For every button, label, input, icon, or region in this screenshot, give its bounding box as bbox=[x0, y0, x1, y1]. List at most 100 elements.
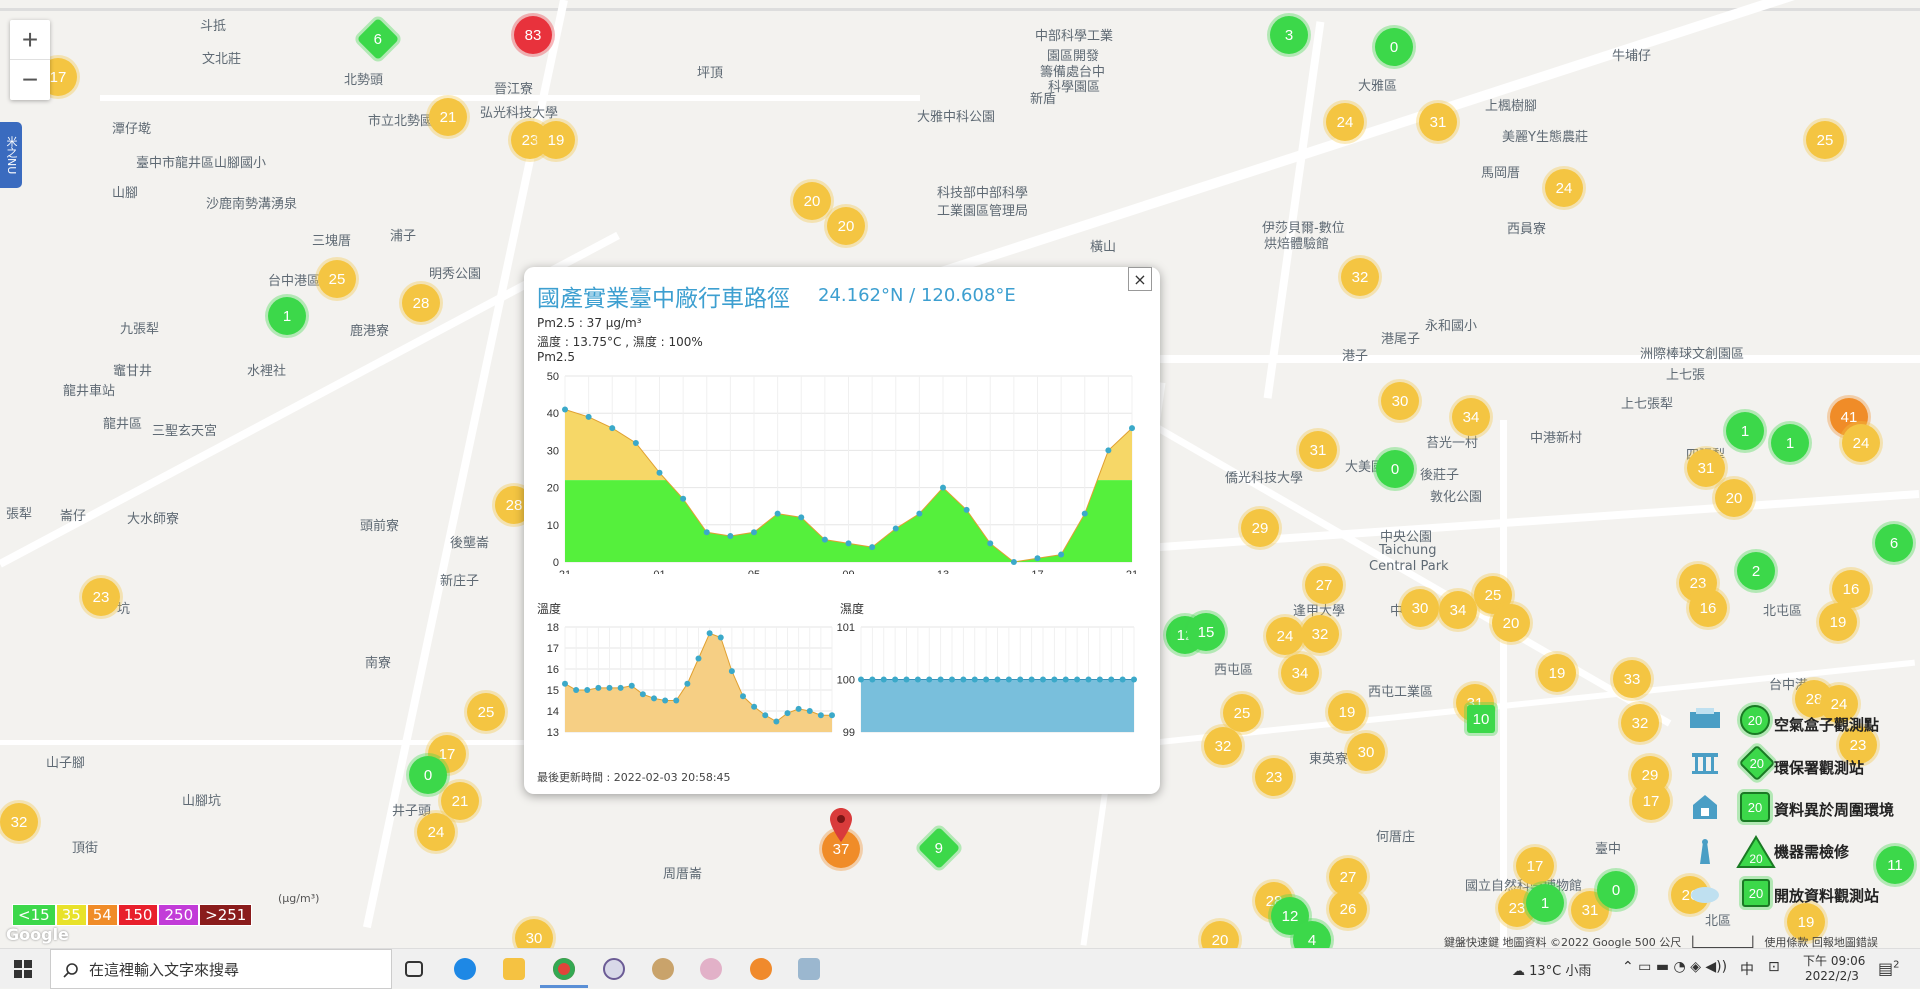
station-marker[interactable]: 33 bbox=[1613, 660, 1651, 698]
data-point bbox=[632, 439, 639, 446]
station-marker[interactable]: 15 bbox=[1187, 613, 1225, 651]
network-app-icon[interactable] bbox=[700, 958, 722, 980]
clock-date[interactable]: 2022/2/3 bbox=[1805, 969, 1859, 983]
station-marker[interactable]: 19 bbox=[1819, 603, 1857, 641]
side-panel-tab[interactable]: 米之NU bbox=[0, 122, 22, 188]
station-marker[interactable]: 34 bbox=[1452, 398, 1490, 436]
station-marker[interactable]: 30 bbox=[515, 919, 553, 948]
station-marker[interactable]: 30 bbox=[1401, 589, 1439, 627]
station-marker[interactable]: 25 bbox=[467, 693, 505, 731]
station-marker[interactable]: 83 bbox=[514, 16, 552, 54]
station-marker[interactable]: 1 bbox=[268, 297, 306, 335]
station-marker[interactable]: 1 bbox=[1726, 412, 1764, 450]
station-marker-value: 1 bbox=[1540, 894, 1550, 912]
station-marker[interactable]: 31 bbox=[1419, 103, 1457, 141]
station-marker[interactable]: 27 bbox=[1305, 566, 1343, 604]
station-marker[interactable]: 25 bbox=[1806, 121, 1844, 159]
station-marker[interactable]: 25 bbox=[1223, 694, 1261, 732]
data-point bbox=[817, 712, 824, 719]
station-marker[interactable]: 1 bbox=[1771, 424, 1809, 462]
station-marker[interactable]: 29 bbox=[1241, 509, 1279, 547]
map-place-label: Central Park bbox=[1369, 559, 1449, 574]
station-marker[interactable]: 19 bbox=[1328, 693, 1366, 731]
station-marker[interactable]: 19 bbox=[1538, 654, 1576, 692]
station-marker[interactable]: 23 bbox=[82, 578, 120, 616]
zoom-in-button[interactable]: + bbox=[10, 20, 50, 60]
station-marker[interactable]: 32 bbox=[1204, 727, 1242, 765]
station-marker-value: 31 bbox=[1309, 441, 1327, 459]
station-marker[interactable]: 24 bbox=[1266, 617, 1304, 655]
station-marker[interactable]: 32 bbox=[1341, 258, 1379, 296]
windows-start-icon[interactable] bbox=[14, 960, 32, 978]
station-marker[interactable]: 21 bbox=[429, 98, 467, 136]
station-marker[interactable]: 6 bbox=[356, 17, 400, 61]
station-marker[interactable]: 3 bbox=[1270, 16, 1308, 54]
tray-icons[interactable]: ⌃ ▭ ▬ ◔ ◈ ◀)) bbox=[1622, 959, 1727, 975]
ime-mode-icon[interactable]: ⊡ bbox=[1768, 959, 1780, 975]
station-marker[interactable]: 26 bbox=[1329, 890, 1367, 928]
station-marker[interactable]: 0 bbox=[1375, 28, 1413, 66]
clock-time[interactable]: 下午 09:06 bbox=[1803, 952, 1865, 969]
station-marker[interactable]: 21 bbox=[441, 782, 479, 820]
station-marker[interactable]: 24 bbox=[1326, 103, 1364, 141]
station-marker[interactable]: 19 bbox=[537, 121, 575, 159]
storage-app-icon[interactable] bbox=[798, 958, 820, 980]
station-marker[interactable]: 10 bbox=[1467, 705, 1495, 733]
station-marker[interactable]: 0 bbox=[1597, 871, 1635, 909]
legend-label-anomaly: 資料異於周圍環境 bbox=[1774, 801, 1895, 819]
station-marker-value: 33 bbox=[1623, 670, 1641, 688]
edge-browser-icon[interactable] bbox=[454, 958, 476, 980]
notification-icon[interactable]: ▤2 bbox=[1878, 959, 1900, 978]
station-marker[interactable]: 6 bbox=[1875, 524, 1913, 562]
station-marker[interactable]: 23 bbox=[1255, 758, 1293, 796]
station-marker-value: 30 bbox=[1411, 599, 1429, 617]
station-marker-value: 25 bbox=[1816, 131, 1834, 149]
station-marker[interactable]: 30 bbox=[1381, 382, 1419, 420]
task-view-icon[interactable] bbox=[405, 961, 423, 977]
station-marker[interactable]: 20 bbox=[1715, 479, 1753, 517]
station-marker[interactable]: 2 bbox=[1737, 552, 1775, 590]
taskbar-search-box[interactable]: 在這裡輸入文字來搜尋 bbox=[50, 949, 392, 989]
station-marker[interactable]: 32 bbox=[1301, 615, 1339, 653]
legend-opendata: 20 bbox=[1688, 879, 1770, 907]
data-point bbox=[903, 676, 910, 683]
station-marker[interactable]: 16 bbox=[1689, 589, 1727, 627]
station-marker[interactable]: 1 bbox=[1526, 884, 1564, 922]
station-marker[interactable]: 9 bbox=[917, 826, 961, 870]
station-marker[interactable]: 34 bbox=[1439, 591, 1477, 629]
station-marker[interactable]: 25 bbox=[318, 260, 356, 298]
station-marker[interactable]: 30 bbox=[1347, 733, 1385, 771]
station-marker[interactable]: 0 bbox=[1376, 450, 1414, 488]
scale-swatch: 250 bbox=[158, 904, 200, 926]
station-marker[interactable]: 34 bbox=[1281, 654, 1319, 692]
station-marker[interactable]: 32 bbox=[0, 803, 38, 841]
selected-location-pin-icon[interactable] bbox=[830, 808, 852, 846]
station-marker[interactable]: 24 bbox=[417, 813, 455, 851]
station-marker[interactable]: 32 bbox=[1621, 704, 1659, 742]
station-marker[interactable]: 0 bbox=[409, 756, 447, 794]
station-marker[interactable]: 31 bbox=[1687, 449, 1725, 487]
station-marker[interactable]: 20 bbox=[1492, 604, 1530, 642]
weather-widget[interactable]: ☁ 13°C 小雨 bbox=[1512, 960, 1591, 979]
map-place-label: 大雅中科公園 bbox=[917, 110, 996, 125]
station-marker[interactable]: 24 bbox=[1545, 169, 1583, 207]
close-popup-button[interactable]: × bbox=[1128, 267, 1152, 291]
station-marker[interactable]: 4 bbox=[1293, 921, 1331, 948]
station-marker[interactable]: 31 bbox=[1299, 431, 1337, 469]
data-point bbox=[983, 676, 990, 683]
photo-app-icon[interactable] bbox=[652, 958, 674, 980]
station-marker[interactable]: 28 bbox=[402, 284, 440, 322]
station-marker[interactable]: 17 bbox=[1516, 847, 1554, 885]
station-marker[interactable]: 20 bbox=[793, 182, 831, 220]
blender-icon[interactable] bbox=[750, 958, 772, 980]
station-marker[interactable]: 11 bbox=[1876, 846, 1914, 884]
station-marker[interactable]: 20 bbox=[827, 207, 865, 245]
chrome-browser-icon[interactable] bbox=[553, 958, 575, 980]
station-marker[interactable]: 24 bbox=[1842, 424, 1880, 462]
zoom-out-button[interactable]: − bbox=[10, 60, 50, 100]
file-explorer-icon[interactable] bbox=[503, 958, 525, 980]
clock-app-icon[interactable] bbox=[603, 958, 625, 980]
ime-indicator[interactable]: 中 bbox=[1740, 959, 1754, 979]
station-marker[interactable]: 17 bbox=[1632, 782, 1670, 820]
station-marker[interactable]: 20 bbox=[1201, 921, 1239, 948]
